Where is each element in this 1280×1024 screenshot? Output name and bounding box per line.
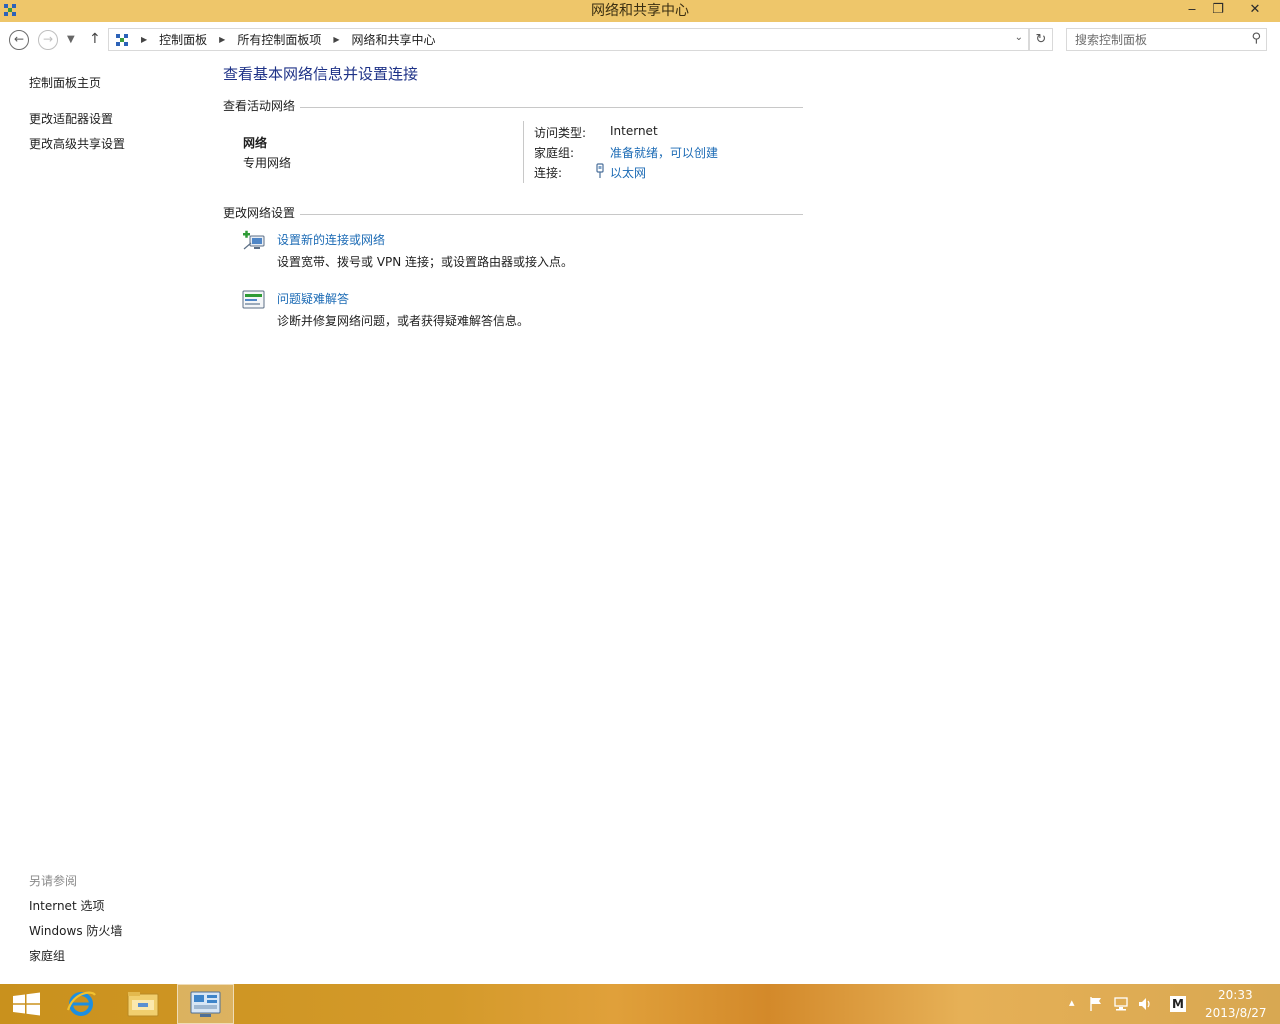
see-also-homegroup[interactable]: 家庭组 bbox=[29, 947, 65, 964]
see-also-heading: 另请参阅 bbox=[29, 874, 78, 888]
windows-logo-icon bbox=[13, 992, 40, 1016]
clock-time[interactable]: 20:33 bbox=[1218, 988, 1253, 1002]
new-connection-icon[interactable] bbox=[241, 229, 267, 253]
see-also-internet-options[interactable]: Internet 选项 bbox=[29, 897, 104, 914]
minimize-icon: ‒ bbox=[1187, 2, 1197, 17]
setup-new-connection-description: 设置宽带、拨号或 VPN 连接；或设置路由器或接入点。 bbox=[277, 255, 574, 269]
minimize-button[interactable]: ‒ bbox=[1178, 0, 1206, 20]
restore-icon: ❐ bbox=[1212, 2, 1224, 17]
breadcrumb-network-center[interactable]: 网络和共享中心 bbox=[352, 31, 436, 48]
control-panel-icon bbox=[190, 991, 221, 1017]
control-panel-small-icon bbox=[116, 33, 128, 46]
access-type-value: Internet bbox=[610, 124, 658, 138]
window-title: 网络和共享中心 bbox=[591, 3, 689, 19]
action-center-flag-icon[interactable] bbox=[1089, 996, 1103, 1012]
restore-button[interactable]: ❐ bbox=[1204, 0, 1232, 20]
show-hidden-icons-button[interactable]: ▴ bbox=[1069, 996, 1075, 1024]
troubleshoot-description: 诊断并修复网络问题，或者获得疑难解答信息。 bbox=[277, 314, 530, 328]
volume-icon[interactable] bbox=[1137, 996, 1153, 1012]
search-input[interactable] bbox=[1075, 31, 1245, 48]
troubleshoot-link[interactable]: 问题疑难解答 bbox=[277, 290, 349, 307]
clock-date[interactable]: 2013/8/27 bbox=[1205, 1006, 1267, 1020]
search-icon[interactable]: ⚲ bbox=[1251, 31, 1261, 46]
title-bar: 网络和共享中心 ‒ ❐ ✕ bbox=[0, 0, 1280, 22]
file-explorer-button[interactable] bbox=[116, 984, 170, 1024]
breadcrumb: ▶ 控制面板 ▶ 所有控制面板项 ▶ 网络和共享中心 bbox=[115, 29, 442, 50]
setup-new-connection-link[interactable]: 设置新的连接或网络 bbox=[277, 231, 385, 248]
taskbar: ▴ M 20:33 2013/8/27 bbox=[0, 984, 1280, 1024]
section-divider bbox=[300, 214, 803, 215]
control-panel-taskbar-button[interactable] bbox=[177, 984, 234, 1024]
back-button[interactable]: ← bbox=[9, 30, 29, 50]
section-divider bbox=[300, 107, 803, 108]
left-task-pane: 控制面板主页 更改适配器设置 更改高级共享设置 另请参阅 Internet 选项… bbox=[0, 56, 200, 981]
forward-arrow-icon: → bbox=[42, 32, 54, 46]
ethernet-connection-link[interactable]: 以太网 bbox=[610, 164, 646, 181]
back-arrow-icon: ← bbox=[13, 32, 25, 46]
page-title: 查看基本网络信息并设置连接 bbox=[223, 65, 419, 83]
breadcrumb-separator-icon[interactable]: ▶ bbox=[141, 35, 147, 44]
search-box[interactable]: ⚲ bbox=[1066, 28, 1267, 51]
breadcrumb-all-items[interactable]: 所有控制面板项 bbox=[237, 31, 321, 48]
vertical-divider bbox=[523, 121, 524, 183]
connection-label: 连接: bbox=[534, 166, 563, 180]
navigation-bar: ← → ▼ ↑ ▶ 控制面板 ▶ 所有控制面板项 ▶ 网络和共享中心 ⌄ ↻ ⚲ bbox=[0, 24, 1280, 56]
breadcrumb-separator-icon[interactable]: ▶ bbox=[219, 35, 225, 44]
troubleshoot-icon[interactable] bbox=[241, 288, 267, 312]
close-icon: ✕ bbox=[1249, 2, 1261, 17]
sidebar-link-advanced-sharing[interactable]: 更改高级共享设置 bbox=[29, 135, 125, 152]
sidebar-link-change-adapter-settings[interactable]: 更改适配器设置 bbox=[29, 110, 113, 127]
close-button[interactable]: ✕ bbox=[1240, 0, 1270, 20]
recent-locations-dropdown[interactable]: ▼ bbox=[67, 34, 75, 45]
sidebar-link-control-panel-home[interactable]: 控制面板主页 bbox=[29, 74, 101, 91]
address-bar[interactable]: ▶ 控制面板 ▶ 所有控制面板项 ▶ 网络和共享中心 ⌄ bbox=[108, 28, 1029, 51]
breadcrumb-control-panel[interactable]: 控制面板 bbox=[159, 31, 207, 48]
network-profile-type[interactable]: 专用网络 bbox=[243, 154, 291, 171]
change-settings-heading: 更改网络设置 bbox=[223, 206, 296, 220]
homegroup-link[interactable]: 准备就绪，可以创建 bbox=[610, 144, 718, 161]
forward-button[interactable]: → bbox=[38, 30, 58, 50]
refresh-icon: ↻ bbox=[1035, 32, 1047, 47]
homegroup-label: 家庭组: bbox=[534, 146, 575, 160]
address-dropdown-icon[interactable]: ⌄ bbox=[1015, 32, 1023, 43]
network-name: 网络 bbox=[243, 136, 268, 150]
up-arrow-icon[interactable]: ↑ bbox=[89, 31, 101, 47]
internet-explorer-icon bbox=[66, 991, 96, 1016]
access-type-label: 访问类型: bbox=[534, 126, 587, 140]
file-explorer-icon bbox=[127, 992, 159, 1017]
start-button[interactable] bbox=[0, 984, 54, 1024]
see-also-windows-firewall[interactable]: Windows 防火墙 bbox=[29, 922, 122, 939]
internet-explorer-button[interactable] bbox=[54, 984, 108, 1024]
network-icon[interactable] bbox=[1113, 996, 1129, 1012]
breadcrumb-separator-icon[interactable]: ▶ bbox=[333, 35, 339, 44]
active-networks-heading: 查看活动网络 bbox=[223, 99, 296, 113]
input-method-icon[interactable]: M bbox=[1170, 996, 1186, 1012]
ethernet-icon bbox=[596, 163, 604, 178]
refresh-button[interactable]: ↻ bbox=[1029, 28, 1053, 51]
